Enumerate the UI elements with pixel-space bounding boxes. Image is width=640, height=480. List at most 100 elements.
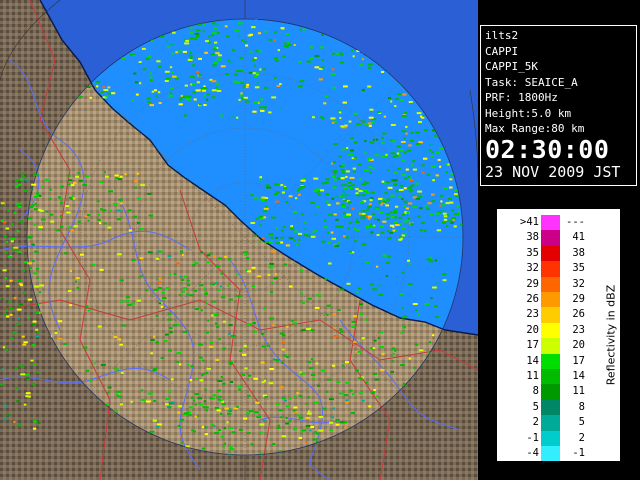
legend-swatch [541,276,560,292]
echo-cell [288,398,292,400]
echo-cell [28,267,32,269]
echo-cell [250,443,254,446]
echo-cell [380,231,385,234]
echo-cell [31,204,35,207]
echo-cell [352,170,357,173]
echo-cell [238,388,242,391]
echo-cell [328,214,333,217]
radar-map[interactable] [0,0,478,480]
echo-cell [214,41,218,44]
echo-cell [443,215,448,218]
echo-cell [203,400,207,403]
echo-cell [335,418,340,421]
echo-cell [353,156,357,159]
echo-cell [165,398,170,400]
echo-cell [289,419,292,422]
echo-cell [251,58,256,61]
echo-cell [356,291,359,294]
echo-cell [4,235,7,238]
legend-swatch [541,384,560,400]
echo-cell [45,210,48,213]
legend-row: 32 35 [503,261,603,277]
echo-cell [67,226,71,229]
echo-cell [437,158,441,161]
echo-cell [185,97,189,100]
echo-cell [331,162,334,165]
echo-cell [217,58,222,61]
echo-cell [49,213,54,216]
echo-cell [139,228,144,231]
echo-cell [23,261,28,263]
echo-cell [57,320,63,323]
echo-cell [180,94,183,97]
echo-cell [240,82,245,85]
echo-cell [100,208,103,211]
echo-cell [376,111,381,113]
echo-cell [401,159,405,162]
echo-cell [281,397,286,400]
echo-cell [242,353,247,356]
echo-cell [332,176,336,178]
echo-cell [399,184,404,187]
echo-cell [280,27,285,29]
echo-cell [367,157,372,160]
echo-cell [201,426,204,429]
echo-cell [230,446,233,449]
echo-cell [415,143,421,145]
echo-cell [352,55,355,58]
echo-cell [279,83,282,85]
echo-cell [342,199,348,202]
echo-cell [391,360,395,363]
echo-cell [365,261,369,264]
echo-cell [212,48,217,51]
echo-cell [215,82,220,85]
echo-cell [32,260,35,263]
echo-cell [261,196,266,199]
echo-cell [289,228,295,231]
echo-cell [102,209,107,212]
echo-cell [321,34,324,36]
legend-low-value: 20 [526,323,539,336]
echo-cell [35,328,39,331]
echo-cell [324,95,329,98]
echo-cell [236,295,242,298]
echo-cell [36,277,39,279]
echo-cell [275,191,280,194]
echo-cell [34,202,37,205]
echo-cell [99,222,102,225]
echo-cell [401,174,406,177]
echo-cell [406,211,410,214]
echo-cell [80,253,84,256]
echo-cell [344,184,347,187]
echo-cell [131,259,136,261]
echo-cell [412,206,417,209]
echo-cell [150,76,153,79]
echo-cell [383,155,388,158]
legend-high-value: -1 [572,447,585,459]
echo-cell [453,225,457,228]
echo-cell [398,189,404,191]
echo-cell [387,97,392,99]
echo-cell [204,433,209,436]
legend-row: 20 23 [503,322,603,339]
echo-cell [320,116,323,119]
echo-cell [390,124,396,126]
echo-cell [205,40,209,43]
echo-cell [56,229,61,232]
echo-cell [341,364,345,367]
echo-cell [279,332,285,335]
echo-cell [189,52,192,54]
echo-cell [368,405,371,408]
echo-cell [436,229,441,232]
echo-cell [326,231,330,234]
echo-cell [260,109,265,112]
echo-cell [424,204,427,207]
echo-cell [27,235,33,238]
echo-cell [13,420,16,423]
echo-cell [355,221,360,223]
echo-cell [149,79,153,82]
echo-cell [415,182,419,185]
echo-cell [374,378,379,381]
echo-cell [205,426,208,429]
echo-cell [30,359,34,362]
